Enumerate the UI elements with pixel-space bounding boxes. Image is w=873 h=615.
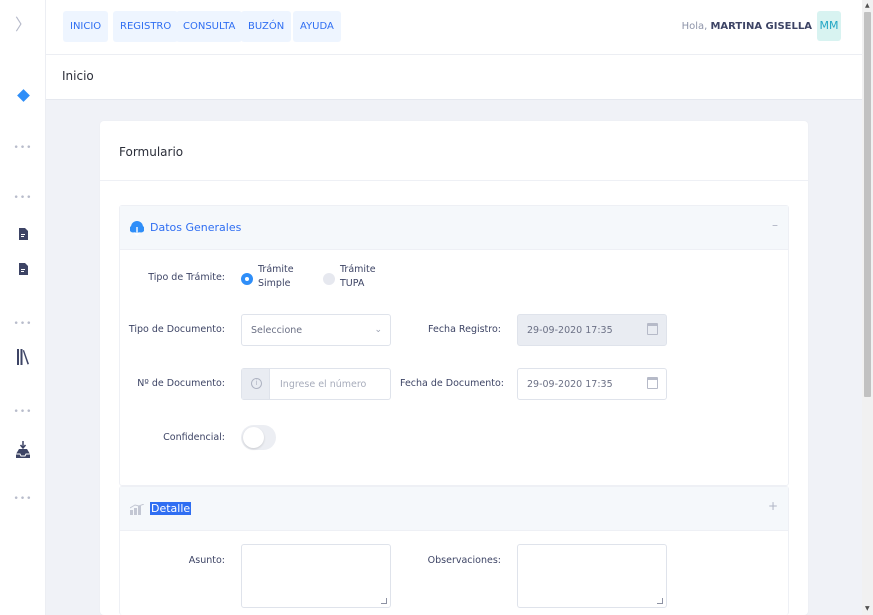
tipo-documento-select[interactable]: Seleccione ⌄ — [241, 314, 391, 346]
document-icon — [18, 228, 28, 240]
nav-registro-button[interactable]: REGISTRO — [113, 11, 179, 42]
datos-generales-header[interactable]: Datos Generales – — [120, 206, 788, 250]
home-nav-item[interactable] — [0, 84, 46, 106]
resize-grip-icon[interactable] — [381, 598, 387, 604]
tipo-tramite-label: Tipo de Trámite: — [148, 272, 225, 283]
toggle-knob — [243, 427, 264, 448]
menu-group-3[interactable]: ••• — [0, 313, 46, 335]
menu-group-4[interactable]: ••• — [0, 401, 46, 423]
nro-documento-label: Nº de Documento: — [137, 378, 225, 389]
chevron-down-icon: ⌄ — [374, 325, 382, 335]
observaciones-textarea[interactable] — [517, 544, 667, 608]
user-greeting: Hola, MARTINA GISELLA — [681, 21, 812, 32]
calendar-icon[interactable] — [647, 323, 658, 335]
form-card: Formulario Datos Generales – Tipo de Trá… — [100, 121, 808, 615]
nav-consulta-button[interactable]: CONSULTA — [176, 11, 243, 42]
more-dots-icon: ••• — [13, 493, 33, 504]
document-nav-item[interactable] — [0, 223, 46, 245]
radio-tramite-simple[interactable] — [241, 273, 253, 285]
nav-buzon-button[interactable]: BUZÓN — [241, 11, 292, 42]
more-dots-icon: ••• — [13, 192, 33, 203]
cloud-download-icon — [130, 221, 144, 236]
confidencial-label: Confidencial: — [163, 432, 225, 443]
resize-grip-icon[interactable] — [657, 598, 663, 604]
page-title: Inicio — [62, 69, 94, 83]
diamond-icon — [16, 88, 30, 102]
more-dots-icon: ••• — [13, 142, 33, 153]
scroll-thumb[interactable] — [864, 12, 871, 397]
datos-generales-title: Datos Generales — [150, 221, 242, 234]
nav-ayuda-button[interactable]: AYUDA — [293, 11, 341, 42]
expand-sidebar-icon[interactable]: 〉 — [14, 14, 32, 36]
collapse-toggle[interactable]: – — [772, 218, 778, 232]
more-dots-icon: ••• — [13, 318, 33, 329]
radio-tramite-tupa-label[interactable]: Trámite TUPA — [340, 263, 376, 291]
radio-tramite-simple-label[interactable]: Trámite Simple — [258, 263, 294, 291]
fecha-documento-input[interactable]: 29-09-2020 17:35 — [517, 368, 667, 400]
menu-group-5[interactable]: ••• — [0, 488, 46, 510]
page-scrollbar[interactable]: ▲ ▼ — [862, 0, 873, 615]
form-card-header: Formulario — [100, 121, 808, 181]
confidencial-toggle[interactable] — [241, 425, 276, 450]
info-icon: i — [251, 378, 262, 389]
nro-documento-input[interactable]: i Ingrese el número — [241, 368, 391, 400]
fecha-registro-label: Fecha Registro: — [428, 324, 501, 335]
fecha-registro-input[interactable]: 29-09-2020 17:35 — [517, 314, 667, 346]
user-name: MARTINA GISELLA — [710, 21, 812, 32]
document-nav-item-2[interactable] — [0, 258, 46, 280]
library-nav-item[interactable] — [0, 346, 46, 368]
inbox-download-icon — [16, 440, 30, 458]
detalle-panel: Detalle + Asunto: Observaciones: — [119, 486, 789, 615]
tipo-documento-label: Tipo de Documento: — [128, 324, 225, 335]
asunto-label: Asunto: — [188, 555, 225, 566]
detalle-title: Detalle — [150, 502, 192, 515]
calendar-icon[interactable] — [647, 377, 658, 389]
radio-tramite-tupa[interactable] — [323, 273, 335, 285]
menu-group-1[interactable]: ••• — [0, 137, 46, 159]
menu-group-2[interactable]: ••• — [0, 187, 46, 209]
left-rail: 〉 ••• ••• ••• ••• ••• — [0, 0, 46, 615]
top-navbar: INICIO REGISTRO CONSULTA BUZÓN AYUDA Hol… — [46, 0, 862, 55]
avatar[interactable]: MM — [817, 11, 841, 41]
form-title: Formulario — [119, 145, 184, 159]
fecha-documento-label: Fecha de Documento: — [400, 378, 504, 389]
input-prefix: i — [242, 369, 270, 399]
nav-inicio-button[interactable]: INICIO — [63, 11, 109, 42]
more-dots-icon: ••• — [13, 406, 33, 417]
observaciones-label: Observaciones: — [427, 555, 501, 566]
expand-toggle[interactable]: + — [768, 499, 778, 513]
library-icon — [17, 349, 29, 365]
detalle-header[interactable]: Detalle + — [120, 487, 788, 531]
asunto-textarea[interactable] — [241, 544, 391, 608]
page-header: Inicio — [46, 55, 862, 100]
scroll-down-icon[interactable]: ▼ — [865, 605, 870, 612]
inbox-nav-item[interactable] — [0, 438, 46, 460]
datos-generales-panel: Datos Generales – Tipo de Trámite: Trámi… — [119, 205, 789, 486]
scroll-up-icon[interactable]: ▲ — [865, 2, 870, 9]
bar-chart-icon — [130, 504, 144, 515]
document-icon — [18, 263, 28, 275]
